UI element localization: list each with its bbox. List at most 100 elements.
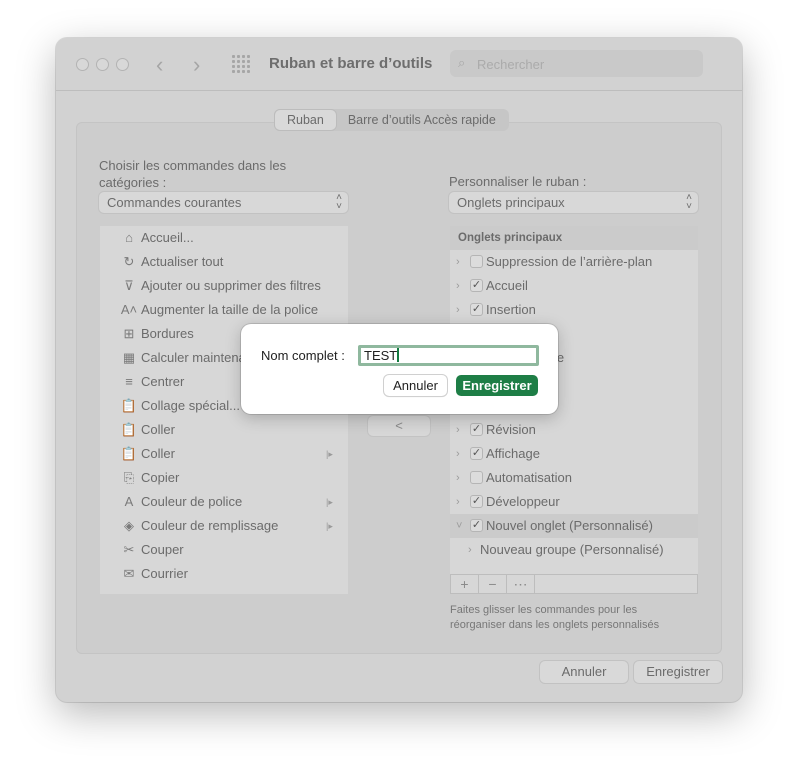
tab-checkbox[interactable]: ✓ — [470, 279, 483, 292]
zoom-button[interactable] — [116, 58, 129, 71]
tab-checkbox[interactable]: ✓ — [470, 447, 483, 460]
show-all-grid-icon[interactable] — [232, 55, 250, 73]
command-label: Coller — [141, 446, 175, 461]
minimize-button[interactable] — [96, 58, 109, 71]
rename-dialog: Nom complet : TEST Annuler Enregistrer — [241, 324, 558, 414]
chevron-right-icon[interactable]: › — [456, 250, 460, 274]
dialog-cancel-button[interactable]: Annuler — [384, 375, 447, 396]
close-button[interactable] — [76, 58, 89, 71]
command-label: Centrer — [141, 374, 185, 389]
command-label: Couper — [141, 542, 184, 557]
command-item[interactable]: ↻ Actualiser tout — [100, 250, 348, 274]
command-item[interactable]: A˄ Augmenter la taille de la police — [100, 298, 348, 322]
command-item[interactable]: A Couleur de police |▸ — [100, 490, 348, 514]
command-icon: ▦ — [122, 350, 136, 365]
chevron-right-icon[interactable]: › — [456, 274, 460, 298]
command-label: Collage spécial... — [141, 398, 240, 413]
command-label: Actualiser tout — [141, 254, 224, 269]
tab-checkbox[interactable]: ✓ — [470, 423, 483, 436]
tab-label: Révision — [486, 422, 536, 437]
command-icon: ↻ — [123, 254, 135, 269]
ribbon-tab-item[interactable]: › ✓ Accueil — [450, 274, 698, 298]
chevron-right-icon[interactable]: › — [456, 466, 460, 490]
tab-quick-access[interactable]: Barre d’outils Accès rapide — [336, 110, 508, 130]
command-item[interactable]: 📋 Coller — [100, 418, 348, 442]
command-label: Bordures — [141, 326, 194, 341]
tab-label: Suppression de l’arrière-plan — [486, 254, 653, 269]
tab-checkbox[interactable]: ✓ — [470, 495, 483, 508]
command-icon: 📋 — [120, 398, 138, 413]
group-label: Nouveau groupe (Personnalisé) — [480, 542, 664, 557]
updown-chevron-icon: ˄ ˅ — [336, 192, 342, 212]
command-icon: A — [124, 494, 134, 509]
ribbon-tab-item[interactable]: › ✓ Développeur — [450, 490, 698, 514]
tab-label: Développeur — [486, 494, 560, 509]
tab-label: Affichage — [486, 446, 540, 461]
chevron-right-icon[interactable]: › — [456, 418, 460, 442]
chevron-down-icon[interactable]: ˅ — [456, 514, 462, 538]
name-value: TEST — [364, 348, 398, 363]
updown-chevron-icon: ˄ ˅ — [686, 192, 692, 212]
tab-checkbox[interactable]: ✓ — [470, 519, 483, 532]
submenu-arrow-icon: |▸ — [326, 449, 333, 459]
command-item[interactable]: ⎘ Copier — [100, 466, 348, 490]
commands-category-select[interactable]: Commandes courantes ˄ ˅ — [99, 192, 348, 213]
ribbon-tab-item[interactable]: › ✓ Insertion — [450, 298, 698, 322]
back-icon[interactable]: ‹ — [156, 52, 163, 78]
command-icon: ⊽ — [124, 278, 134, 293]
remove-from-ribbon-button[interactable]: < — [368, 416, 430, 436]
command-label: Calculer maintenant — [141, 350, 257, 365]
tab-label: Insertion — [486, 302, 536, 317]
ribbon-select[interactable]: Onglets principaux ˄ ˅ — [449, 192, 698, 213]
command-icon: ⊞ — [123, 326, 135, 341]
command-icon: ✉ — [123, 566, 135, 581]
command-item[interactable]: ✂ Couper — [100, 538, 348, 562]
search-input[interactable]: ⌕ Rechercher — [450, 50, 703, 77]
ribbon-tab-item[interactable]: › Suppression de l’arrière-plan — [450, 250, 698, 274]
tab-checkbox[interactable] — [470, 255, 483, 268]
right-label: Personnaliser le ruban : — [449, 174, 587, 189]
tab-checkbox[interactable] — [470, 471, 483, 484]
command-label: Accueil... — [141, 230, 194, 245]
command-label: Couleur de police — [141, 494, 243, 509]
more-options-button[interactable]: ⋯ — [507, 575, 535, 593]
command-label: Courrier — [141, 566, 188, 581]
command-label: Augmenter la taille de la police — [141, 302, 319, 317]
chevron-right-icon[interactable]: › — [468, 538, 472, 562]
chevron-right-icon[interactable]: › — [456, 298, 460, 322]
dialog-save-button[interactable]: Enregistrer — [456, 375, 538, 396]
left-label: Choisir les commandes dans les catégorie… — [99, 158, 287, 190]
command-icon: ≡ — [125, 374, 133, 389]
command-item[interactable]: ⊽ Ajouter ou supprimer des filtres — [100, 274, 348, 298]
submenu-arrow-icon: |▸ — [326, 521, 333, 531]
forward-icon[interactable]: › — [193, 52, 200, 78]
command-item[interactable]: ⌂ Accueil... — [100, 226, 348, 250]
command-label: Copier — [141, 470, 180, 485]
save-button[interactable]: Enregistrer — [634, 661, 722, 683]
name-input[interactable]: TEST — [358, 345, 539, 366]
cancel-button[interactable]: Annuler — [540, 661, 628, 683]
name-label: Nom complet : — [261, 348, 345, 363]
command-label: Ajouter ou supprimer des filtres — [141, 278, 321, 293]
search-icon: ⌕ — [458, 55, 466, 70]
command-item[interactable]: ◈ Couleur de remplissage |▸ — [100, 514, 348, 538]
command-icon: ◈ — [124, 518, 134, 533]
ribbon-group-item[interactable]: › Nouveau groupe (Personnalisé) — [450, 538, 698, 562]
tab-checkbox[interactable]: ✓ — [470, 303, 483, 316]
chevron-right-icon[interactable]: › — [456, 442, 460, 466]
ribbon-tab-item[interactable]: ˅ ✓ Nouvel onglet (Personnalisé) — [450, 514, 698, 538]
chevron-right-icon[interactable]: › — [456, 490, 460, 514]
command-icon: ⌂ — [125, 230, 133, 245]
command-item[interactable]: ✉ Courrier — [100, 562, 348, 586]
tab-ruban[interactable]: Ruban — [275, 110, 336, 130]
window-title: Ruban et barre d’outils — [269, 55, 433, 72]
ribbon-tab-item[interactable]: › Automatisation — [450, 466, 698, 490]
command-icon: ⎘ — [123, 470, 135, 485]
ribbon-tab-item[interactable]: › ✓ Révision — [450, 418, 698, 442]
remove-button[interactable]: − — [479, 575, 507, 593]
add-button[interactable]: + — [451, 575, 479, 593]
command-item[interactable]: 📋 Coller |▸ — [100, 442, 348, 466]
command-icon: 📋 — [120, 422, 138, 437]
title-bar: ‹ › Ruban et barre d’outils ⌕ Rechercher — [56, 38, 742, 91]
ribbon-tab-item[interactable]: › ✓ Affichage — [450, 442, 698, 466]
